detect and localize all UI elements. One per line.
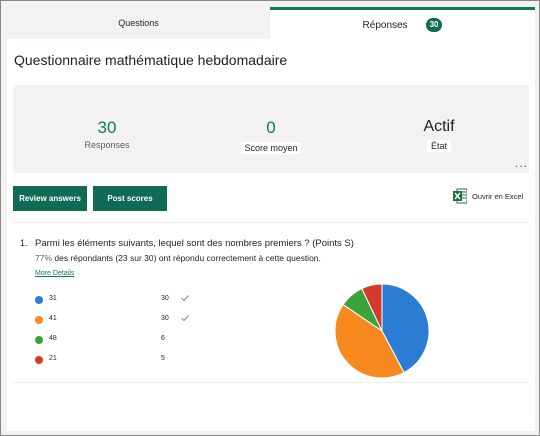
- legend-count: 5: [161, 355, 165, 362]
- question-text: Parmi les éléments suivants, lequel sont…: [35, 238, 354, 249]
- status-caption: État: [426, 140, 451, 152]
- legend-label: 31: [49, 295, 57, 302]
- legend-row: 31 30: [35, 294, 205, 306]
- review-answers-button[interactable]: Review answers: [13, 186, 87, 211]
- average-score-stat: 0 Score moyen: [239, 118, 303, 156]
- question-number: 1.: [20, 238, 28, 248]
- average-score-caption: Score moyen: [241, 142, 301, 154]
- legend-row: 21 5: [35, 354, 205, 366]
- legend-swatch: [35, 356, 43, 364]
- legend-label: 48: [49, 335, 57, 342]
- app-frame: Questions Réponses 30 Questionnaire math…: [0, 0, 540, 436]
- excel-icon: [453, 188, 468, 204]
- open-in-excel-button[interactable]: Ouvrir en Excel: [453, 188, 523, 204]
- responses-count-badge: 30: [425, 18, 443, 32]
- legend-count: 30: [161, 295, 169, 302]
- responses-panel: Questionnaire mathématique hebdomadaire …: [7, 39, 535, 431]
- tab-questions-label: Questions: [118, 18, 159, 28]
- responses-caption: Responses: [84, 140, 130, 150]
- correct-percent: 77%: [35, 253, 53, 263]
- legend-label: 41: [49, 315, 57, 322]
- legend-label: 21: [49, 355, 57, 362]
- correct-rate-text: des répondants (23 sur 30) ont répondu c…: [54, 253, 321, 263]
- form-title: Questionnaire mathématique hebdomadaire: [14, 52, 288, 68]
- divider: [13, 222, 529, 223]
- summary-card: 30 Responses 0 Score moyen Actif État ..…: [13, 85, 529, 173]
- status-stat: Actif État: [411, 118, 467, 154]
- more-options-icon[interactable]: ...: [515, 156, 528, 170]
- responses-stat: 30 Responses: [77, 118, 137, 150]
- post-scores-button[interactable]: Post scores: [93, 186, 167, 211]
- legend-swatch: [35, 316, 43, 324]
- correct-check-icon: [181, 315, 189, 322]
- divider: [13, 382, 529, 383]
- legend-swatch: [35, 336, 43, 344]
- question-correct-rate: 77% des répondants (23 sur 30) ont répon…: [35, 253, 321, 263]
- status-value: Actif: [423, 118, 455, 135]
- tab-responses-label: Réponses: [362, 19, 408, 31]
- correct-check-icon: [181, 295, 189, 302]
- more-details-link[interactable]: More Details: [35, 270, 74, 277]
- tab-questions[interactable]: Questions: [7, 7, 270, 39]
- answers-pie-chart: [334, 283, 430, 379]
- average-score-value: 0: [266, 118, 276, 137]
- legend-row: 48 6: [35, 334, 205, 346]
- legend-count: 30: [161, 315, 169, 322]
- legend-row: 41 30: [35, 314, 205, 326]
- tab-responses[interactable]: Réponses 30: [270, 7, 535, 40]
- legend-swatch: [35, 296, 43, 304]
- responses-value: 30: [97, 118, 117, 137]
- open-in-excel-label: Ouvrir en Excel: [472, 191, 524, 201]
- legend-count: 6: [161, 335, 165, 342]
